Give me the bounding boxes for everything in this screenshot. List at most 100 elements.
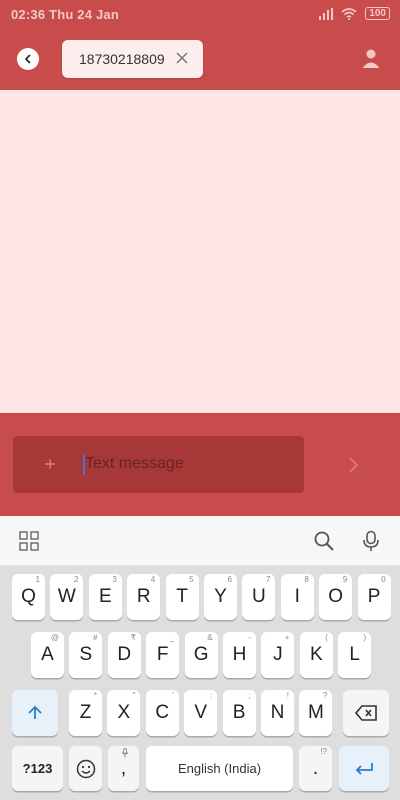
key-label: N <box>270 702 285 723</box>
key-hint: 9 <box>342 575 348 584</box>
keyboard-toolbar <box>0 516 400 566</box>
emoji-key[interactable] <box>69 746 102 791</box>
key-c[interactable]: C ' <box>145 690 179 736</box>
key-hint: 3 <box>112 575 117 584</box>
microphone-icon[interactable] <box>360 530 382 552</box>
key-f[interactable]: F _ <box>146 632 180 678</box>
enter-key[interactable] <box>339 746 389 791</box>
key-label: L <box>349 644 360 665</box>
key-j[interactable]: J + <box>261 632 295 678</box>
key-s[interactable]: S # <box>69 632 103 678</box>
status-icons: 100 <box>319 7 390 20</box>
message-input[interactable]: Text message <box>13 436 304 493</box>
key-v[interactable]: V: <box>184 690 218 736</box>
key-e[interactable]: E3 <box>88 574 122 620</box>
key-y[interactable]: Y6 <box>204 574 237 620</box>
key-u[interactable]: U7 <box>242 574 276 620</box>
message-thread <box>0 90 400 413</box>
key-d[interactable]: D ₹ <box>107 632 141 678</box>
key-label: V <box>194 702 208 723</box>
key-q[interactable]: Q1 <box>12 574 45 620</box>
key-hint: _ <box>169 633 175 642</box>
back-button[interactable] <box>17 48 39 70</box>
key-m[interactable]: M? <box>299 690 333 736</box>
key-label: X <box>117 702 131 723</box>
recipient-chip[interactable]: 18730218809 <box>62 40 203 78</box>
key-x[interactable]: X " <box>107 690 141 736</box>
status-bar: 02:36 Thu 24 Jan 100 <box>0 0 400 30</box>
comma-label: , <box>120 757 127 779</box>
key-l[interactable]: L) <box>338 632 372 678</box>
key-n[interactable]: N! <box>261 690 294 736</box>
shift-arrow-icon <box>28 705 42 719</box>
emoji-icon <box>76 759 95 778</box>
period-label: . <box>312 757 319 779</box>
voice-hint-icon <box>121 748 129 758</box>
key-label: T <box>176 586 188 607</box>
key-hint: : <box>209 691 213 700</box>
search-icon[interactable] <box>313 530 335 552</box>
message-placeholder: Text message <box>85 455 184 472</box>
key-hint: + <box>284 633 290 642</box>
key-hint: ) <box>363 633 367 642</box>
keyboard: Q1W2E3R4T5Y6U7I8O9P0 A @ S # D ₹ F _ G & H - J + K(L) … <box>0 566 400 800</box>
key-hint: " <box>132 691 136 700</box>
symbols-key[interactable]: ?123 <box>12 746 63 791</box>
key-hint: 6 <box>227 575 232 584</box>
key-hint: 2 <box>73 575 79 584</box>
key-hint: 1 <box>35 575 40 584</box>
key-h[interactable]: H- <box>223 632 256 678</box>
key-i[interactable]: I8 <box>280 574 314 620</box>
key-label: D <box>117 644 132 665</box>
period-hint: !? <box>320 747 327 756</box>
space-key[interactable]: English (India) <box>146 746 293 791</box>
key-k[interactable]: K( <box>299 632 333 678</box>
key-t[interactable]: T5 <box>165 574 199 620</box>
key-label: M <box>307 702 324 723</box>
key-label: S <box>79 644 93 665</box>
key-hint: 8 <box>304 575 309 584</box>
key-g[interactable]: G & <box>184 632 218 678</box>
enter-arrow-icon <box>355 762 373 775</box>
apps-grid-icon[interactable] <box>18 530 40 552</box>
recipient-number: 18730218809 <box>79 51 165 67</box>
conversation-header: 18730218809 <box>0 30 400 90</box>
send-icon[interactable] <box>343 454 363 476</box>
attach-plus-icon[interactable] <box>42 456 58 472</box>
key-hint: ( <box>325 633 328 642</box>
key-label: Q <box>21 586 36 607</box>
key-label: B <box>232 702 246 723</box>
key-hint: 0 <box>381 575 386 584</box>
key-label: O <box>328 586 344 607</box>
key-hint: 5 <box>189 575 194 584</box>
key-label: P <box>367 586 381 607</box>
key-label: E <box>98 586 112 607</box>
key-w[interactable]: W2 <box>50 574 84 620</box>
signal-icon <box>319 7 334 20</box>
key-p[interactable]: P0 <box>357 574 391 620</box>
key-label: K <box>309 644 323 665</box>
key-hint: ! <box>286 691 289 700</box>
key-label: I <box>294 586 300 607</box>
key-a[interactable]: A @ <box>31 632 64 678</box>
key-hint: ' <box>172 691 174 700</box>
key-hint: & <box>207 633 213 642</box>
key-label: U <box>252 586 266 607</box>
key-label: G <box>193 644 209 665</box>
battery-indicator: 100 <box>365 7 390 20</box>
key-hint: 4 <box>150 575 156 584</box>
shift-key[interactable] <box>12 690 58 736</box>
comma-key[interactable]: , <box>108 746 139 791</box>
remove-recipient-icon[interactable] <box>175 51 189 65</box>
key-b[interactable]: B; <box>222 690 256 736</box>
key-label: H <box>232 644 247 665</box>
contact-icon[interactable] <box>359 46 383 70</box>
key-label: C <box>155 702 170 723</box>
key-r[interactable]: R4 <box>127 574 161 620</box>
backspace-key[interactable] <box>343 690 389 736</box>
key-label: W <box>57 586 76 607</box>
key-z[interactable]: Z * <box>69 690 102 736</box>
key-label: A <box>41 644 54 665</box>
period-key[interactable]: . !? <box>299 746 332 791</box>
key-o[interactable]: O9 <box>319 574 353 620</box>
